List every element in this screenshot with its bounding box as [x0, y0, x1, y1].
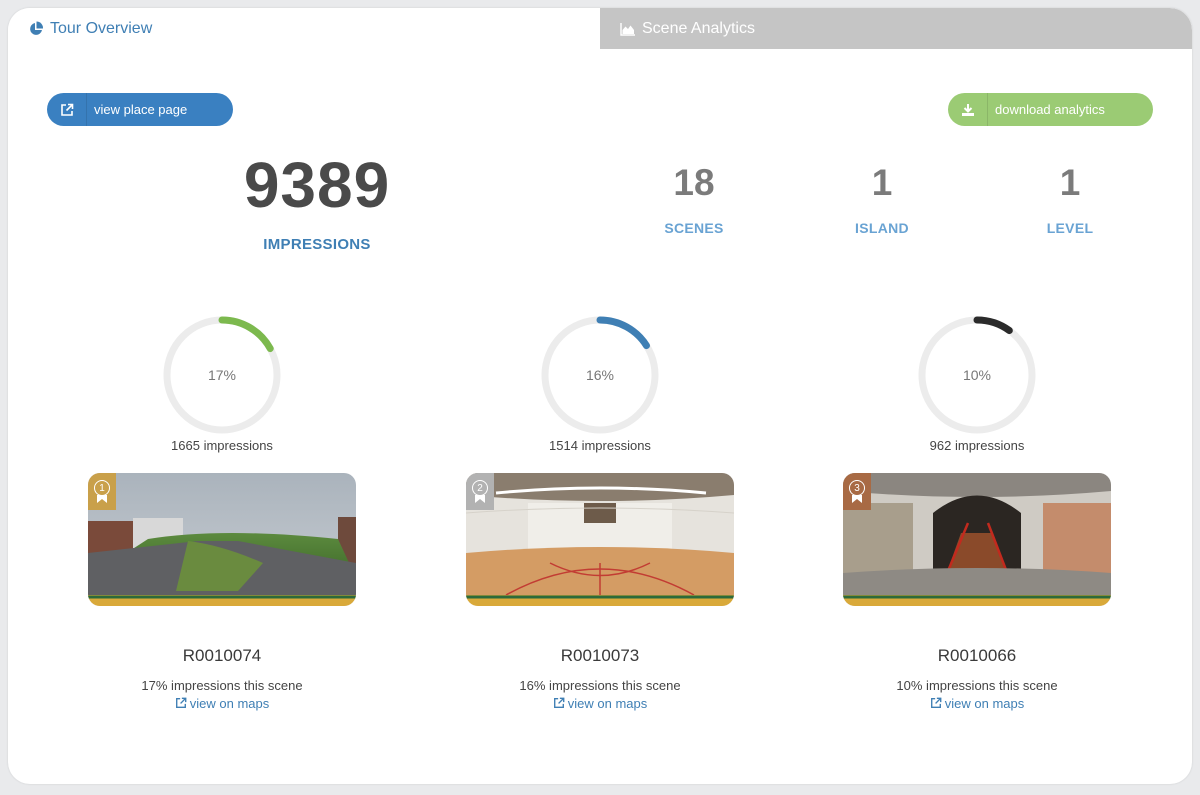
external-link-icon: [175, 697, 187, 712]
view-on-maps-link[interactable]: view on maps: [465, 696, 735, 712]
impressions-count: 1665 impressions: [171, 438, 273, 453]
scenes-count: 18: [673, 162, 715, 203]
pie-chart-icon: [28, 20, 44, 37]
area-chart-icon: [620, 21, 636, 37]
tab-tour-overview[interactable]: Tour Overview: [8, 8, 600, 49]
download-icon: [948, 93, 988, 126]
scene-thumbnail[interactable]: 2: [466, 473, 734, 606]
maps-label: view on maps: [944, 696, 1025, 711]
scene-percent-text: 16% impressions this scene: [519, 678, 681, 693]
tab-scene-analytics[interactable]: Scene Analytics: [600, 8, 1192, 49]
scene-percent-text: 17% impressions this scene: [141, 678, 303, 693]
rank-badge: 2: [466, 473, 494, 510]
ribbon-icon: [852, 495, 862, 503]
donut-percent: 17%: [207, 367, 237, 383]
scene-id: R0010073: [560, 646, 640, 665]
dashboard-card: Tour Overview Scene Analytics view place…: [8, 8, 1192, 784]
impressions-donut: 16%: [540, 315, 660, 435]
ribbon-icon: [475, 495, 485, 503]
view-on-maps-link[interactable]: view on maps: [842, 696, 1112, 712]
button-label: view place page: [94, 102, 188, 117]
scenes-label: SCENES: [664, 220, 724, 236]
scenes-stat: 18 SCENES: [634, 162, 754, 236]
rank-badge: 1: [88, 473, 116, 510]
level-stat: 1 LEVEL: [1010, 162, 1130, 236]
impressions-donut: 17%: [162, 315, 282, 435]
view-place-page-button[interactable]: view place page: [47, 93, 233, 126]
impressions-total: 9389: [243, 149, 391, 221]
view-on-maps-link[interactable]: view on maps: [87, 696, 357, 712]
island-count: 1: [871, 162, 893, 203]
island-label: ISLAND: [855, 220, 909, 236]
donut-percent: 16%: [585, 367, 615, 383]
scene-id: R0010066: [937, 646, 1017, 665]
button-label: download analytics: [995, 102, 1105, 117]
impressions-donut: 10%: [917, 315, 1037, 435]
level-count: 1: [1059, 162, 1081, 203]
tab-bar: Tour Overview Scene Analytics: [8, 8, 1192, 49]
impressions-label: IMPRESSIONS: [263, 236, 371, 253]
rank-number: 1: [94, 480, 110, 496]
scene-id: R0010074: [182, 646, 262, 665]
island-stat: 1 ISLAND: [822, 162, 942, 236]
donut-percent: 10%: [962, 367, 992, 383]
maps-label: view on maps: [189, 696, 270, 711]
tab-label: Tour Overview: [50, 19, 153, 37]
download-analytics-button[interactable]: download analytics: [948, 93, 1153, 126]
level-label: LEVEL: [1046, 220, 1094, 236]
external-link-icon: [930, 697, 942, 712]
impressions-count: 1514 impressions: [549, 438, 651, 453]
impressions-count: 962 impressions: [929, 438, 1025, 453]
rank-number: 2: [472, 480, 488, 496]
scene-thumbnail[interactable]: 3: [843, 473, 1111, 606]
maps-label: view on maps: [567, 696, 648, 711]
external-link-icon: [553, 697, 565, 712]
rank-badge: 3: [843, 473, 871, 510]
ribbon-icon: [97, 495, 107, 503]
scene-thumbnail[interactable]: 1: [88, 473, 356, 606]
rank-number: 3: [849, 480, 865, 496]
tab-label: Scene Analytics: [642, 19, 755, 37]
scene-percent-text: 10% impressions this scene: [896, 678, 1058, 693]
external-link-icon: [47, 93, 87, 126]
